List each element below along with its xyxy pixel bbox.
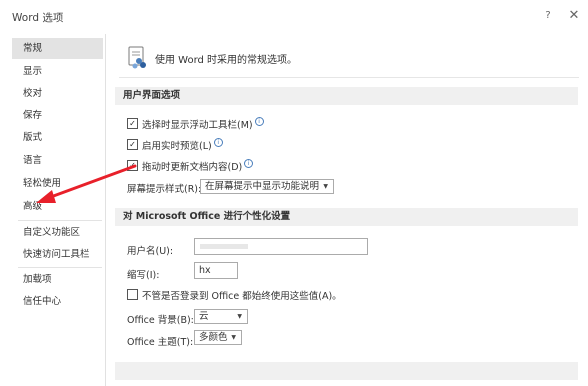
general-options-heading: 使用 Word 时采用的常规选项。 <box>155 55 298 66</box>
screentip-style-label: 屏幕提示样式(R): <box>127 184 202 195</box>
office-theme-select[interactable]: 多颜色 ▼ <box>194 330 242 345</box>
sidebar-item-proofing[interactable]: 校对 <box>12 83 103 104</box>
always-use-label: 不管是否登录到 Office 都始终使用这些值(A)。 <box>142 291 342 302</box>
sidebar-item-general[interactable]: 常规 <box>12 38 103 59</box>
update-content-checkbox[interactable]: ✓ <box>127 160 138 171</box>
options-content: 使用 Word 时采用的常规选项。 用户界面选项 ✓ 选择时显示浮动工具栏(M)… <box>105 34 588 386</box>
username-label: 用户名(U): <box>127 246 174 257</box>
sidebar-item-save[interactable]: 保存 <box>12 105 103 126</box>
ui-options-section-header: 用户界面选项 <box>115 87 578 105</box>
screentip-style-select[interactable]: 在屏幕提示中显示功能说明 ▼ <box>200 179 334 194</box>
general-options-icon <box>128 46 146 69</box>
sidebar-divider <box>18 220 102 221</box>
chevron-down-icon: ▼ <box>231 334 236 341</box>
personalize-section-header: 对 Microsoft Office 进行个性化设置 <box>115 208 578 226</box>
live-preview-label: 启用实时预览(L) <box>142 141 212 152</box>
info-icon: i <box>254 117 264 126</box>
screentip-style-value: 在屏幕提示中显示功能说明 <box>205 181 320 192</box>
mini-toolbar-checkbox[interactable]: ✓ <box>127 118 138 129</box>
mini-toolbar-label: 选择时显示浮动工具栏(M) <box>142 120 253 131</box>
chevron-down-icon: ▼ <box>237 313 242 320</box>
next-section-header <box>115 362 578 380</box>
sidebar-item-ease-of-access[interactable]: 轻松使用 <box>12 173 103 194</box>
chevron-down-icon: ▼ <box>323 183 328 190</box>
sidebar-item-trust-center[interactable]: 信任中心 <box>12 291 103 312</box>
office-theme-value: 多颜色 <box>199 332 228 343</box>
redacted-username <box>200 244 248 249</box>
initials-value: hx <box>199 265 211 276</box>
live-preview-checkbox[interactable]: ✓ <box>127 139 138 150</box>
info-icon: i <box>213 138 223 147</box>
initials-label: 缩写(I): <box>127 270 160 281</box>
options-sidebar: 常规 显示 校对 保存 版式 语言 轻松使用 高级 自定义功能区 快速访问工具栏… <box>12 34 106 386</box>
sidebar-divider <box>18 267 102 268</box>
always-use-checkbox[interactable] <box>127 289 138 300</box>
sidebar-item-advanced[interactable]: 高级 <box>12 196 103 217</box>
update-content-label: 拖动时更新文档内容(D) <box>142 162 243 173</box>
title-bar: Word 选项 ? ✕ <box>0 0 588 34</box>
header-divider <box>119 77 579 78</box>
help-button[interactable]: ? <box>540 8 556 24</box>
info-icon: i <box>244 159 254 168</box>
sidebar-item-customize-ribbon[interactable]: 自定义功能区 <box>12 222 103 243</box>
username-input[interactable] <box>194 238 368 255</box>
sidebar-item-display[interactable]: 显示 <box>12 61 103 82</box>
office-background-select[interactable]: 云 ▼ <box>194 309 248 324</box>
sidebar-item-language[interactable]: 语言 <box>12 150 103 171</box>
window-title: Word 选项 <box>12 12 64 24</box>
office-background-value: 云 <box>199 311 209 322</box>
office-theme-label: Office 主题(T): <box>127 337 194 348</box>
sidebar-item-add-ins[interactable]: 加载项 <box>12 269 103 290</box>
sidebar-item-quick-access-toolbar[interactable]: 快速访问工具栏 <box>12 244 103 265</box>
close-button[interactable]: ✕ <box>566 8 582 24</box>
office-background-label: Office 背景(B): <box>127 315 194 326</box>
sidebar-item-layout[interactable]: 版式 <box>12 127 103 148</box>
initials-input[interactable]: hx <box>194 262 238 279</box>
